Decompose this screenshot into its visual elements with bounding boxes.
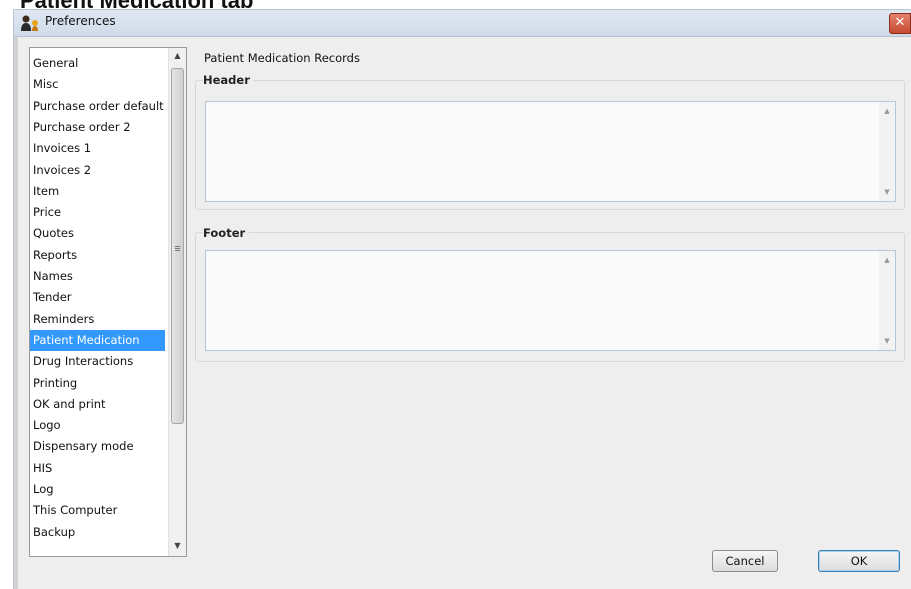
window-title: Preferences — [45, 14, 116, 28]
ok-button[interactable]: OK — [818, 550, 900, 572]
list-item[interactable]: OK and print — [30, 394, 165, 415]
preferences-window: Preferences ✕ General Misc Purchase order … — [14, 10, 911, 589]
scroll-down-icon[interactable]: ▼ — [879, 334, 895, 348]
list-item[interactable]: Misc — [30, 74, 165, 95]
cancel-button[interactable]: Cancel — [712, 550, 778, 572]
list-item[interactable]: This Computer — [30, 500, 165, 521]
list-item[interactable]: Item — [30, 181, 165, 202]
scroll-down-icon[interactable]: ▼ — [169, 538, 186, 554]
list-item[interactable]: Tender — [30, 287, 165, 308]
scroll-thumb[interactable] — [171, 68, 184, 424]
list-item[interactable]: Purchase order 2 — [30, 117, 165, 138]
header-label: Header — [203, 73, 254, 87]
list-item[interactable]: Reports — [30, 245, 165, 266]
list-item[interactable]: General — [30, 53, 165, 74]
header-textarea[interactable] — [205, 101, 896, 202]
list-item[interactable]: Names — [30, 266, 165, 287]
title-bar: Preferences ✕ — [14, 10, 911, 37]
list-item[interactable]: Dispensary mode — [30, 436, 165, 457]
list-item[interactable]: Backup — [30, 522, 165, 543]
close-icon: ✕ — [894, 15, 906, 30]
footer-textarea-scrollbar[interactable]: ▲ ▼ — [879, 251, 895, 350]
scroll-down-icon[interactable]: ▼ — [879, 185, 895, 199]
window-border — [14, 37, 18, 589]
grip-line — [175, 248, 180, 249]
footer-label: Footer — [203, 226, 250, 240]
list-item-selected[interactable]: Patient Medication — [30, 329, 165, 351]
header-textarea-scrollbar[interactable]: ▲ ▼ — [879, 102, 895, 201]
category-list-scrollbar[interactable]: ▲ ▼ — [168, 48, 186, 556]
grip-line — [175, 250, 180, 251]
scroll-up-icon[interactable]: ▲ — [169, 48, 186, 64]
scroll-up-icon[interactable]: ▲ — [879, 253, 895, 267]
list-item[interactable]: Invoices 2 — [30, 160, 165, 181]
app-icon — [21, 15, 38, 31]
list-item[interactable]: Printing — [30, 373, 165, 394]
list-item[interactable]: Price — [30, 202, 165, 223]
list-item[interactable]: Drug Interactions — [30, 351, 165, 372]
list-item[interactable]: Logo — [30, 415, 165, 436]
footer-textarea[interactable] — [205, 250, 896, 351]
list-item[interactable]: Reminders — [30, 309, 165, 330]
list-item[interactable]: Quotes — [30, 223, 165, 244]
category-list[interactable]: General Misc Purchase order default Purchas… — [29, 47, 187, 557]
list-item[interactable]: Invoices 1 — [30, 138, 165, 159]
list-item[interactable]: HIS — [30, 458, 165, 479]
grip-line — [175, 246, 180, 247]
scroll-up-icon[interactable]: ▲ — [879, 104, 895, 118]
close-button[interactable]: ✕ — [889, 13, 911, 34]
list-item[interactable]: Log — [30, 479, 165, 500]
list-item[interactable]: Purchase order default — [30, 96, 165, 117]
section-title: Patient Medication Records — [204, 51, 360, 65]
